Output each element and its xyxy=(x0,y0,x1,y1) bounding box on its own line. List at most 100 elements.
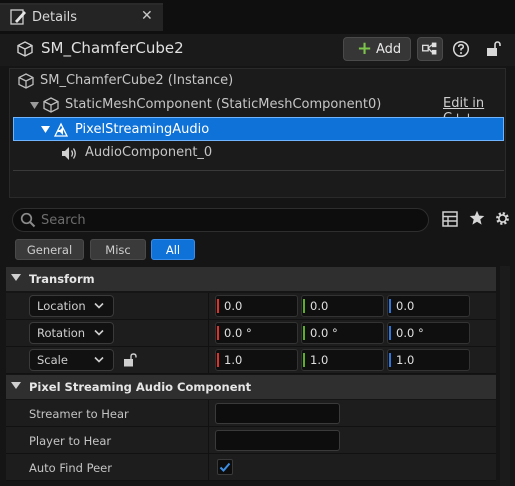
field-value: 0.0 xyxy=(310,299,329,313)
field-value: 0.0 ° xyxy=(396,326,424,340)
z-axis-marker xyxy=(389,353,391,367)
streamer-to-hear-input[interactable] xyxy=(215,403,340,424)
pencil-icon xyxy=(10,9,26,25)
section-title: Transform xyxy=(29,272,95,286)
speaker-icon xyxy=(62,147,76,160)
location-row: Location 0.0 0.0 0.0 xyxy=(6,293,496,320)
rotation-dropdown[interactable]: Rotation xyxy=(29,322,114,344)
close-icon[interactable]: ✕ xyxy=(141,8,153,24)
property-label: Player to Hear xyxy=(29,434,112,448)
scale-z-field[interactable]: 1.0 xyxy=(387,349,470,371)
search-icon xyxy=(20,212,36,228)
rotation-row: Rotation 0.0 ° 0.0 ° 0.0 ° xyxy=(6,320,496,347)
column-divider xyxy=(208,293,209,320)
field-value: 0.0 ° xyxy=(310,326,338,340)
column-divider xyxy=(208,427,209,454)
static-mesh-icon xyxy=(18,73,34,89)
tree-row-label: StaticMeshComponent (StaticMeshComponent… xyxy=(65,97,382,112)
streamer-to-hear-row: Streamer to Hear xyxy=(6,400,496,427)
component-tree: SM_ChamferCube2 (Instance) StaticMeshCom… xyxy=(9,68,506,198)
field-value: 0.0 xyxy=(396,299,415,313)
location-dropdown[interactable]: Location xyxy=(29,295,114,317)
tree-divider xyxy=(13,170,504,171)
field-value: 0.0 ° xyxy=(224,326,252,340)
add-component-button[interactable]: + Add xyxy=(343,37,411,61)
field-value: 1.0 xyxy=(396,353,415,367)
x-axis-marker xyxy=(217,353,219,367)
player-to-hear-input[interactable] xyxy=(215,430,340,451)
z-axis-marker xyxy=(389,299,391,313)
column-divider xyxy=(208,347,209,374)
y-axis-marker xyxy=(303,299,305,313)
dropdown-label: Rotation xyxy=(37,326,86,340)
chevron-down-icon xyxy=(94,302,104,309)
tab-details[interactable]: Details ✕ xyxy=(0,3,163,31)
rotation-y-field[interactable]: 0.0 ° xyxy=(301,322,384,344)
z-axis-marker xyxy=(389,326,391,340)
static-mesh-icon xyxy=(17,41,33,57)
blueprint-button[interactable] xyxy=(417,37,443,61)
field-value: 1.0 xyxy=(310,353,329,367)
chevron-down-icon[interactable] xyxy=(41,126,50,133)
search-input[interactable] xyxy=(41,211,421,229)
chevron-down-icon xyxy=(94,356,104,363)
tree-row-label: PixelStreamingAudio xyxy=(75,122,210,137)
scale-row: Scale 1.0 1.0 1.0 xyxy=(6,347,496,374)
scale-dropdown[interactable]: Scale xyxy=(29,349,114,371)
player-to-hear-row: Player to Hear xyxy=(6,427,496,454)
audio-component-icon xyxy=(53,122,69,137)
search-bar xyxy=(12,208,429,232)
add-button-label: Add xyxy=(376,42,402,57)
dropdown-label: Location xyxy=(37,299,86,313)
chevron-down-icon[interactable] xyxy=(30,102,39,109)
details-header: SM_ChamferCube2 + Add xyxy=(0,34,515,66)
filter-misc-button[interactable]: Misc xyxy=(90,239,146,260)
tab-title: Details xyxy=(32,10,78,25)
tree-row-audio-component[interactable]: AudioComponent_0 xyxy=(13,141,504,165)
property-label: Streamer to Hear xyxy=(29,407,129,421)
chevron-down-icon xyxy=(11,382,21,389)
transform-section-header[interactable]: Transform xyxy=(6,267,496,291)
rotation-x-field[interactable]: 0.0 ° xyxy=(215,322,298,344)
scale-y-field[interactable]: 1.0 xyxy=(301,349,384,371)
lock-open-icon[interactable] xyxy=(123,352,137,368)
star-icon[interactable] xyxy=(469,210,485,226)
auto-find-peer-row: Auto Find Peer xyxy=(6,454,496,481)
object-title: SM_ChamferCube2 xyxy=(41,39,184,57)
y-axis-marker xyxy=(303,353,305,367)
column-divider xyxy=(208,320,209,347)
details-scrollbar[interactable] xyxy=(500,266,510,486)
help-icon[interactable] xyxy=(452,40,470,58)
field-value: 1.0 xyxy=(224,353,243,367)
checkmark-icon xyxy=(219,462,231,472)
filter-general-button[interactable]: General xyxy=(15,239,84,260)
tree-row-label: SM_ChamferCube2 (Instance) xyxy=(40,73,234,88)
dropdown-label: Scale xyxy=(37,353,68,367)
column-divider xyxy=(208,454,209,481)
location-y-field[interactable]: 0.0 xyxy=(301,295,384,317)
tab-bar: Details ✕ xyxy=(0,0,515,34)
static-mesh-icon xyxy=(43,97,59,113)
field-value: 0.0 xyxy=(224,299,243,313)
tree-row-static-mesh-component[interactable]: StaticMeshComponent (StaticMeshComponent… xyxy=(13,93,504,126)
property-label: Auto Find Peer xyxy=(29,461,112,475)
rotation-z-field[interactable]: 0.0 ° xyxy=(387,322,470,344)
x-axis-marker xyxy=(217,326,219,340)
filter-all-button[interactable]: All xyxy=(151,239,195,260)
chevron-down-icon xyxy=(94,329,104,336)
chevron-down-icon xyxy=(11,274,21,281)
section-title: Pixel Streaming Audio Component xyxy=(29,380,252,394)
location-x-field[interactable]: 0.0 xyxy=(215,295,298,317)
lock-open-icon[interactable] xyxy=(486,40,502,58)
column-divider xyxy=(208,400,209,427)
scale-x-field[interactable]: 1.0 xyxy=(215,349,298,371)
x-axis-marker xyxy=(217,299,219,313)
table-view-icon[interactable] xyxy=(442,211,458,227)
gear-icon[interactable] xyxy=(494,210,511,227)
auto-find-peer-checkbox[interactable] xyxy=(217,459,233,475)
tree-row-instance[interactable]: SM_ChamferCube2 (Instance) xyxy=(13,69,504,93)
audio-section-header[interactable]: Pixel Streaming Audio Component xyxy=(6,375,496,399)
tree-row-label: AudioComponent_0 xyxy=(85,145,213,160)
tree-row-pixel-streaming-audio[interactable]: PixelStreamingAudio xyxy=(13,117,504,141)
location-z-field[interactable]: 0.0 xyxy=(387,295,470,317)
